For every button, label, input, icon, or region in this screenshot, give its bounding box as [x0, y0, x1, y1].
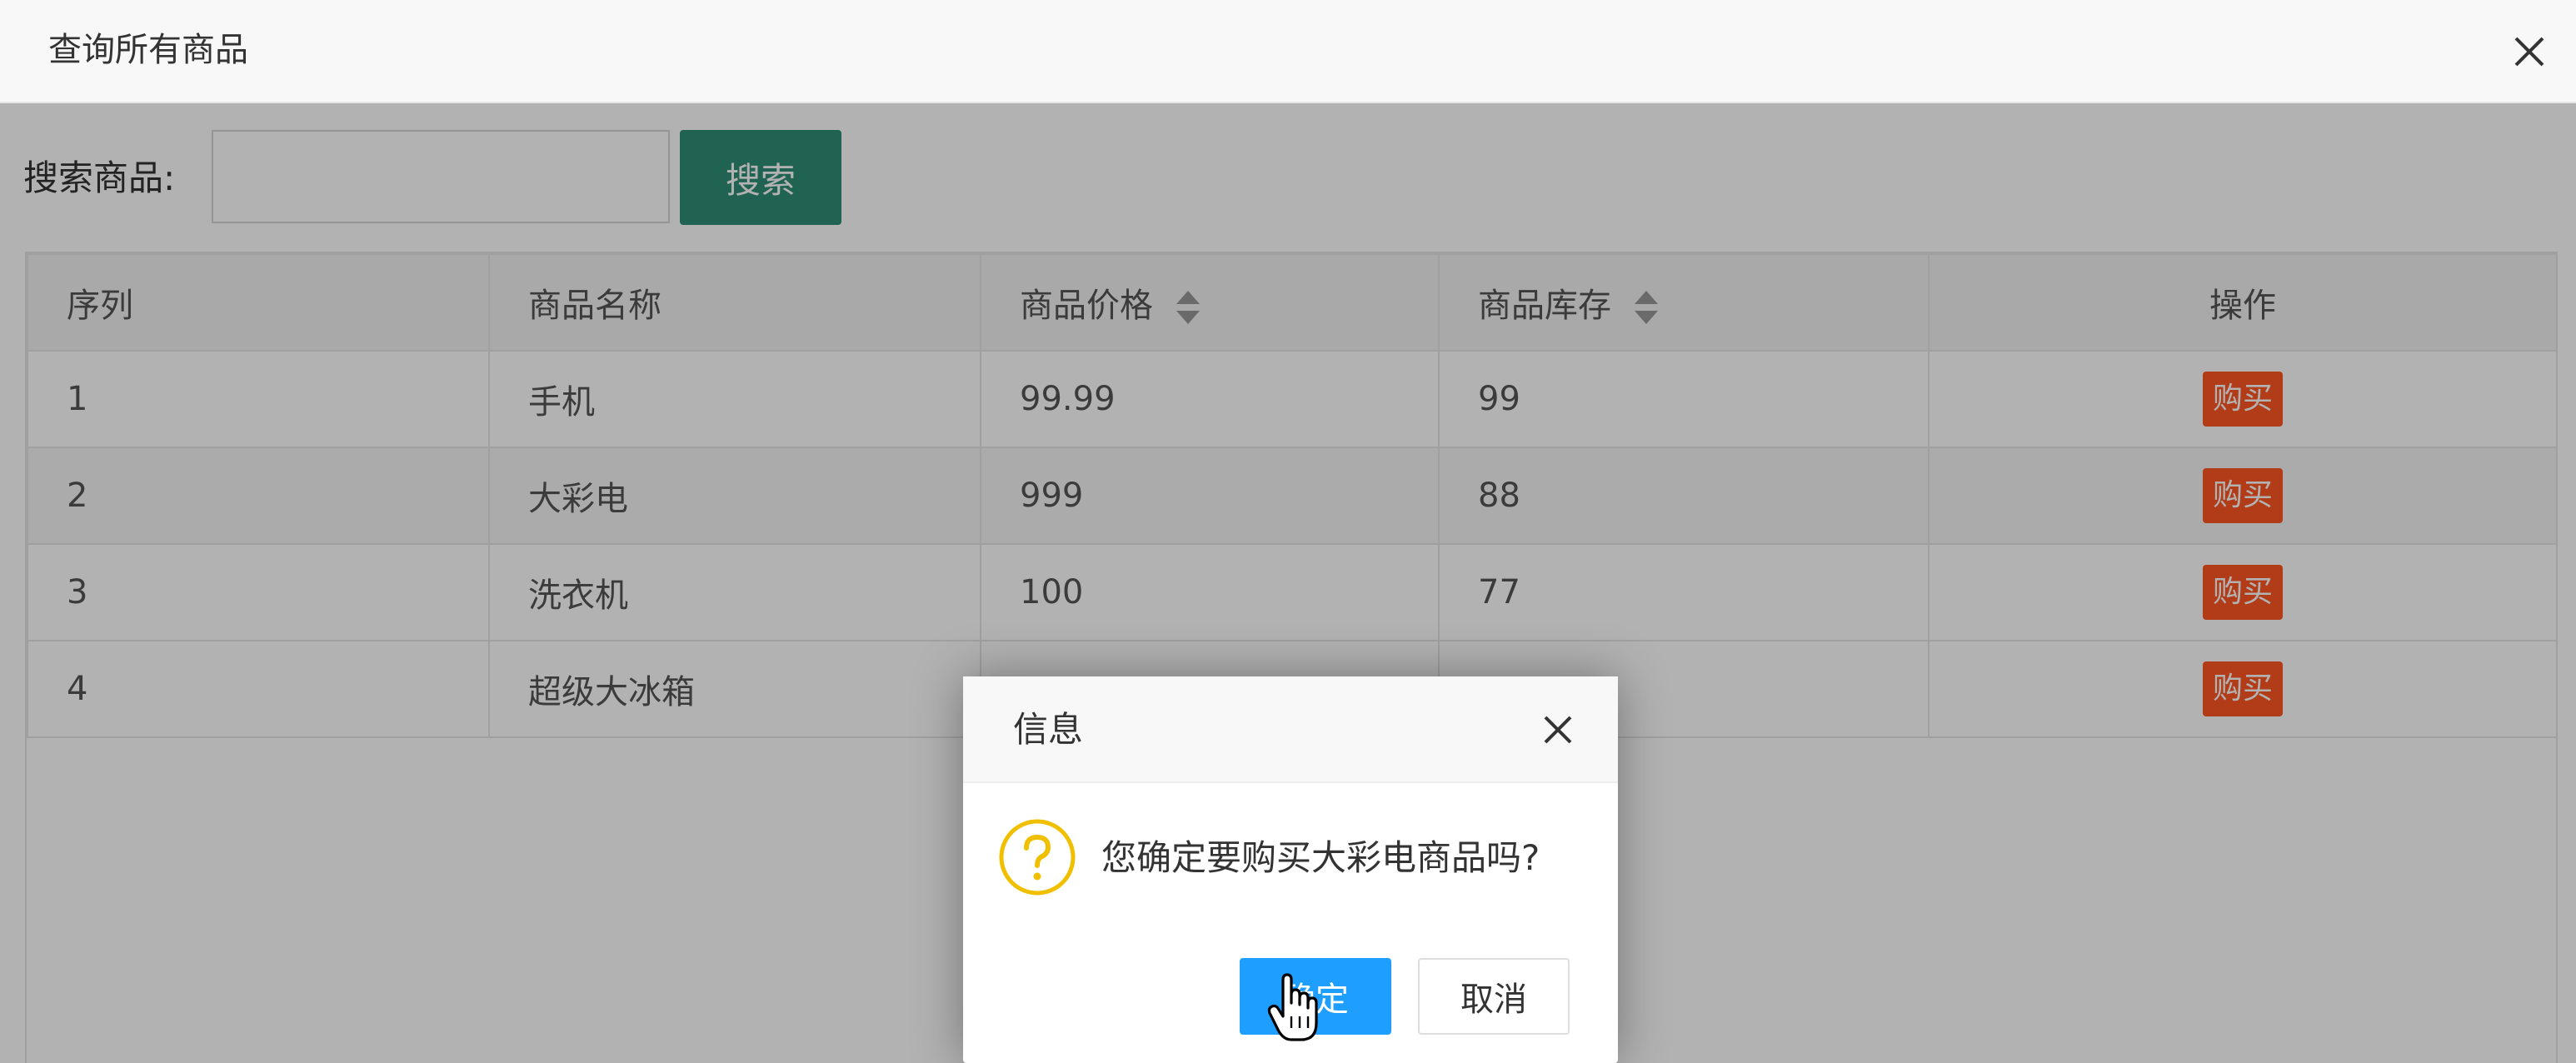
- window-titlebar: 查询所有商品: [0, 0, 2576, 103]
- dialog-body: 您确定要购买大彩电商品吗?: [963, 783, 1618, 941]
- question-icon: [999, 819, 1076, 896]
- dialog-title: 信息: [1013, 709, 1084, 750]
- dialog-header: 信息: [963, 676, 1618, 783]
- confirm-button[interactable]: 确定: [1240, 958, 1391, 1035]
- close-icon[interactable]: [1535, 706, 1581, 753]
- confirm-dialog: 信息 您确定要购买大彩电商品吗? 确定 取消: [963, 676, 1618, 1063]
- window-title: 查询所有商品: [48, 31, 248, 69]
- cancel-button[interactable]: 取消: [1418, 958, 1570, 1035]
- close-icon[interactable]: [2504, 27, 2554, 77]
- dialog-message: 您确定要购买大彩电商品吗?: [1101, 837, 1540, 878]
